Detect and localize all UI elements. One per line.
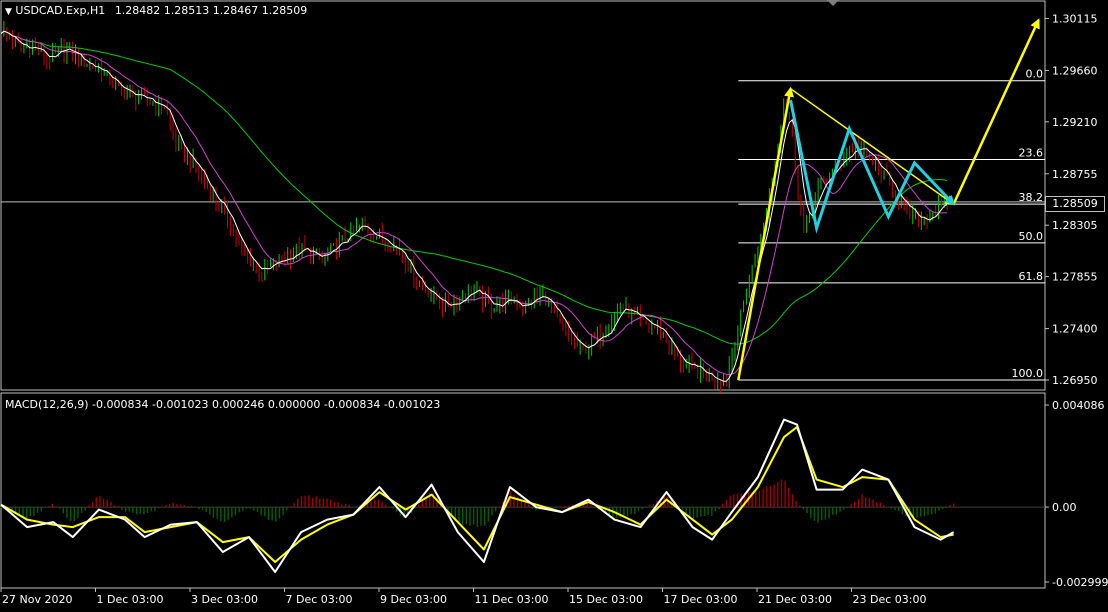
time-tick-label: 9 Dec 03:00	[380, 593, 447, 606]
macd-signal-line	[0, 426, 954, 563]
ohlc-values: 1.28482 1.28513 1.28467 1.28509	[114, 4, 308, 17]
fib-level-label: 61.8	[1019, 270, 1044, 283]
price-tick-label: 1.28755	[1052, 168, 1098, 181]
chart-canvas[interactable]: 0.023.638.250.061.8100.0 1.301151.296601…	[0, 0, 1108, 608]
time-tick-label: 7 Dec 03:00	[286, 593, 353, 606]
macd-tick-label: -0.002999	[1052, 576, 1108, 589]
time-tick-label: 15 Dec 03:00	[569, 593, 643, 606]
fib-level-label: 100.0	[1012, 367, 1044, 380]
fib-level-label: 23.6	[1019, 147, 1044, 160]
macd-tick-label: 0.004086	[1052, 399, 1105, 412]
time-tick-label: 1 Dec 03:00	[97, 593, 164, 606]
fib-level-label: 50.0	[1019, 230, 1044, 243]
symbol-label: USDCAD.Exp,H1	[15, 4, 106, 17]
price-tick-label: 1.28305	[1052, 219, 1098, 232]
price-tick-label: 1.29210	[1052, 116, 1098, 129]
price-tick-label: 1.27855	[1052, 271, 1098, 284]
price-tick-label: 1.29660	[1052, 64, 1098, 77]
yellow-trend-arrow[interactable]	[952, 18, 1040, 205]
price-tick-label: 1.30115	[1052, 12, 1098, 25]
ma-fast-line	[0, 30, 948, 382]
price-panel-frame	[0, 0, 1046, 391]
yellow-trend-arrow[interactable]	[737, 86, 795, 381]
ma-medium-line	[0, 30, 948, 376]
time-tick-label: 17 Dec 03:00	[664, 593, 738, 606]
scroll-marker-icon[interactable]	[827, 0, 839, 6]
fib-level-label: 0.0	[1026, 68, 1044, 81]
yellow-trend-arrow[interactable]	[790, 88, 956, 206]
time-tick-label: 21 Dec 03:00	[758, 593, 832, 606]
time-tick-label: 11 Dec 03:00	[475, 593, 549, 606]
current-price-tag: 1.28509	[1045, 196, 1105, 212]
chart-root: 0.0 23.6 38.2 50.0 61.8 100.0 1.30115 1.29660 1…	[0, 0, 1108, 608]
collapse-arrow-icon[interactable]: ▼	[5, 7, 12, 17]
time-tick-label: 3 Dec 03:00	[191, 593, 258, 606]
macd-label: MACD(12,26,9) -0.000834 -0.001023 0.0002…	[5, 398, 441, 411]
macd-tick-label: 0.00	[1052, 501, 1077, 514]
time-tick-label: 27 Nov 2020	[2, 593, 72, 606]
price-tick-label: 1.26950	[1052, 374, 1098, 387]
symbol-header[interactable]: ▼ USDCAD.Exp,H1 1.28482 1.28513 1.28467 …	[5, 4, 307, 17]
macd-panel-frame	[0, 392, 1046, 589]
time-tick-label: 23 Dec 03:00	[853, 593, 927, 606]
macd-main-line	[0, 418, 955, 573]
price-tick-label: 1.27400	[1052, 323, 1098, 336]
